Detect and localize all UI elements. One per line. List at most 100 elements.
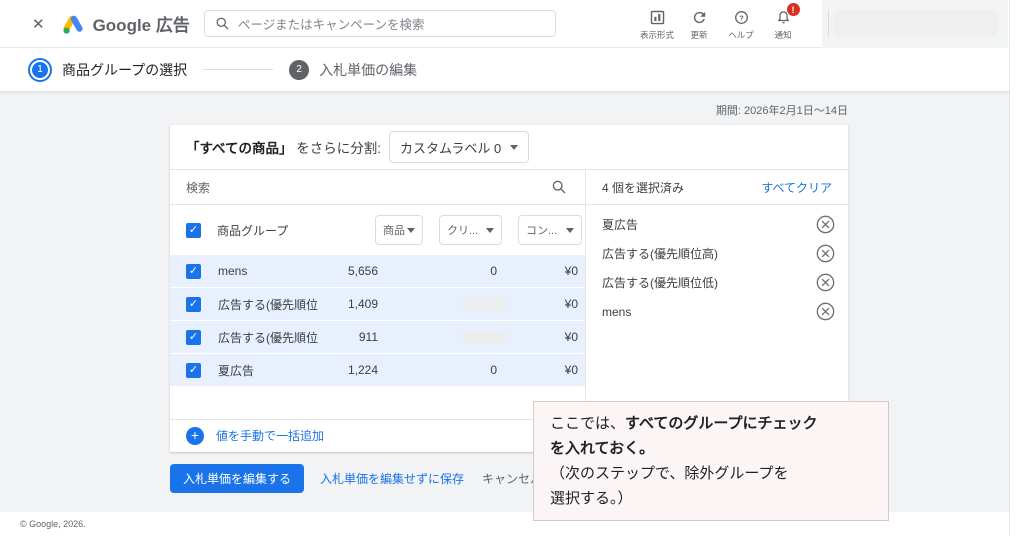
step-1-circle: 1 xyxy=(28,57,52,82)
step-1-label: 商品グループの選択 xyxy=(62,61,188,78)
display-format-button[interactable]: 表示形式 xyxy=(637,7,677,41)
column-dropdown-product[interactable]: 商品 xyxy=(375,215,423,245)
search-icon xyxy=(215,16,230,31)
impressions-value: 911 xyxy=(358,330,378,344)
list-item: 広告する(優先順位低) xyxy=(586,268,848,297)
google-ads-product-group-dialog: ✕ Google 広告 ページまたはキャンペーンを検索 表示形式 更新 ? ヘル… xyxy=(0,0,1024,536)
remove-item-button[interactable] xyxy=(816,302,835,321)
help-button[interactable]: ? ヘルプ xyxy=(721,7,761,41)
add-values-button[interactable]: + 値を手動で一括追加 xyxy=(170,419,585,451)
subdivide-label: 「すべての商品」 をさらに分割: xyxy=(186,137,381,157)
group-column-header: 商品グループ xyxy=(217,223,289,238)
subdivide-header: 「すべての商品」 をさらに分割: カスタムラベル 0 xyxy=(170,125,848,170)
copyright-text: © Google, 2026. xyxy=(20,519,86,529)
column-dropdown-product-label: 商品 xyxy=(383,225,405,237)
annotation-line: 選択する。） xyxy=(550,490,633,507)
custom-label-dropdown[interactable]: カスタムラベル 0 xyxy=(389,131,530,163)
custom-label-dropdown-value: カスタムラベル 0 xyxy=(400,140,502,156)
notifications-label: 通知 xyxy=(774,30,792,40)
cost-value: ¥0 xyxy=(564,330,578,344)
remove-item-button[interactable] xyxy=(816,215,835,234)
table-row[interactable]: ✓ 広告する(優先順位高) 911 ¥0 xyxy=(170,321,585,353)
date-range: 期間: 2026年2月1日〜14日 xyxy=(715,105,848,117)
selected-header: 4 個を選択済み すべてクリア xyxy=(586,170,848,205)
cost-value: ¥0 xyxy=(564,264,578,278)
row-checkbox[interactable]: ✓ xyxy=(186,263,201,279)
notification-badge: ! xyxy=(786,3,800,16)
step-1-number: 1 xyxy=(32,61,48,78)
column-dropdown-clicks[interactable]: クリ... xyxy=(439,215,502,245)
remove-item-button[interactable] xyxy=(816,244,835,263)
topbar-divider xyxy=(828,10,829,37)
remove-item-button[interactable] xyxy=(816,273,835,292)
refresh-label: 更新 xyxy=(690,30,708,40)
table-search-input[interactable]: 検索 xyxy=(170,170,585,205)
top-action-group: 表示形式 更新 ? ヘルプ ! 通知 xyxy=(637,3,803,41)
clicks-value: 0 xyxy=(490,264,497,278)
table-row[interactable]: ✓ mens 5,656 0 ¥0 xyxy=(170,255,585,287)
step-2-bid-editing: 2 入札単価の編集 xyxy=(289,59,418,80)
table-row[interactable]: ✓ 広告する(優先順位低) 1,409 ¥0 xyxy=(170,288,585,320)
scrollbar-track[interactable] xyxy=(1009,0,1024,536)
column-dropdown-clicks-label: クリ... xyxy=(447,225,479,237)
column-dropdown-conversions-label: コン... xyxy=(526,225,558,237)
svg-text:?: ? xyxy=(739,13,744,22)
help-icon: ? xyxy=(733,7,750,26)
edit-bids-button[interactable]: 入札単価を編集する xyxy=(170,464,305,493)
dialog-actions: 入札単価を編集する 入札単価を編集せずに保存 キャンセル xyxy=(170,464,542,493)
help-label: ヘルプ xyxy=(728,30,754,40)
bell-icon: ! xyxy=(775,3,800,26)
table-row[interactable]: ✓ 夏広告 1,224 0 ¥0 xyxy=(170,354,585,386)
tutorial-annotation: ここでは、すべてのグループにチェック を入れておく。 （次のステップで、除外グル… xyxy=(533,401,889,521)
display-format-icon xyxy=(649,7,666,26)
display-format-label: 表示形式 xyxy=(639,30,674,40)
step-2-number: 2 xyxy=(289,59,310,80)
column-dropdowns: 商品 クリ... コン... xyxy=(375,215,582,245)
column-dropdown-conversions[interactable]: コン... xyxy=(518,215,582,245)
impressions-value: 5,656 xyxy=(347,264,378,278)
table-search-placeholder: 検索 xyxy=(186,180,211,195)
row-checkbox[interactable]: ✓ xyxy=(186,362,201,378)
selected-item-label: 広告する(優先順位低) xyxy=(602,276,718,290)
selected-count: 4 個を選択済み xyxy=(602,180,685,195)
step-2-label: 入札単価の編集 xyxy=(319,61,418,78)
add-values-label: 値を手動で一括追加 xyxy=(216,429,325,443)
list-item: mens xyxy=(586,297,848,326)
list-item: 夏広告 xyxy=(586,210,848,239)
brand-title: Google 広告 xyxy=(93,11,190,36)
impressions-value: 1,224 xyxy=(347,363,378,377)
group-name: 広告する(優先順位低) xyxy=(218,297,318,312)
step-connector-line xyxy=(203,69,274,70)
row-checkbox[interactable]: ✓ xyxy=(186,296,201,312)
list-item: 広告する(優先順位高) xyxy=(586,239,848,268)
annotation-line: を入れておく。 xyxy=(550,440,655,457)
plus-circle-icon: + xyxy=(186,426,204,445)
top-bar: ✕ Google 広告 ページまたはキャンペーンを検索 表示形式 更新 ? ヘル… xyxy=(0,0,1024,48)
group-table: 検索 ✓ 商品グループ 商品 クリ... コン... ✓ mens 5,656 … xyxy=(170,170,585,451)
chevron-down-icon xyxy=(486,227,494,233)
subdivide-suffix: をさらに分割: xyxy=(292,141,382,156)
chevron-down-icon xyxy=(566,227,574,233)
save-without-editing-button[interactable]: 入札単価を編集せずに保存 xyxy=(320,470,464,487)
cost-value: ¥0 xyxy=(564,363,578,377)
step-1-product-group-selection[interactable]: 1 商品グループの選択 xyxy=(28,57,188,82)
select-all-checkbox[interactable]: ✓ xyxy=(186,222,201,238)
clear-all-button[interactable]: すべてクリア xyxy=(761,179,832,196)
close-icon[interactable]: ✕ xyxy=(32,15,45,33)
table-header-row: ✓ 商品グループ 商品 クリ... コン... xyxy=(170,205,585,255)
chevron-down-icon xyxy=(407,227,415,233)
refresh-button[interactable]: 更新 xyxy=(679,7,719,41)
global-search-input[interactable]: ページまたはキャンペーンを検索 xyxy=(203,10,556,37)
cost-value: ¥0 xyxy=(564,297,578,311)
search-icon xyxy=(551,179,567,195)
selected-item-label: 夏広告 xyxy=(602,218,639,232)
account-info-redacted xyxy=(834,10,997,36)
selected-item-label: mens xyxy=(602,304,632,319)
global-search-placeholder: ページまたはキャンペーンを検索 xyxy=(237,18,425,32)
google-ads-logo-icon xyxy=(61,12,85,36)
chevron-down-icon xyxy=(510,144,519,150)
selected-item-label: 広告する(優先順位高) xyxy=(602,247,718,261)
notifications-button[interactable]: ! 通知 xyxy=(763,3,803,41)
clicks-value: 0 xyxy=(490,363,497,377)
row-checkbox[interactable]: ✓ xyxy=(186,329,201,345)
